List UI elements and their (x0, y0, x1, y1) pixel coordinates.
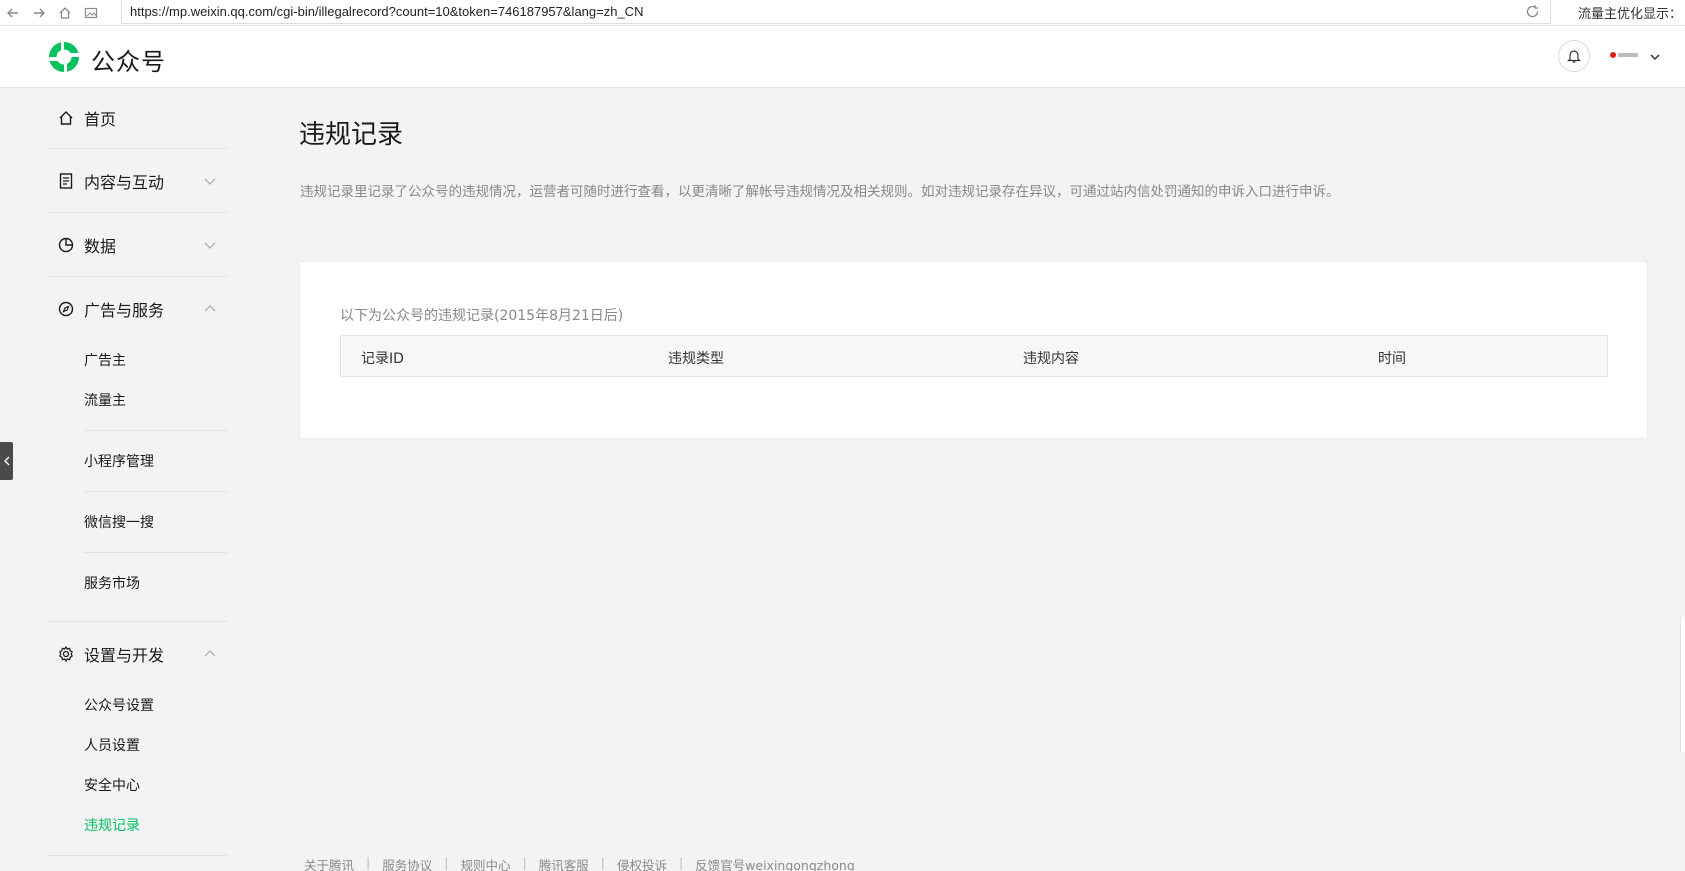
avatar[interactable] (1610, 46, 1640, 64)
address-bar[interactable]: https://mp.weixin.qq.com/cgi-bin/illegal… (121, 0, 1551, 24)
browser-toolbar: https://mp.weixin.qq.com/cgi-bin/illegal… (0, 0, 1685, 26)
column-record-id: 记录ID (361, 351, 404, 367)
chevron-up-icon (203, 646, 217, 665)
footer-separator: | (444, 855, 449, 870)
brand-name[interactable]: 公众号 (91, 42, 166, 77)
chevron-down-icon[interactable] (1649, 48, 1661, 67)
avatar-dot (1610, 52, 1616, 58)
gear-icon (57, 645, 75, 663)
sidebar-subitem-account-settings[interactable]: 公众号设置 (47, 685, 227, 725)
sidebar-subitem-staff-settings[interactable]: 人员设置 (47, 725, 227, 765)
sidebar-item-settings[interactable]: 设置与开发 (47, 622, 227, 685)
records-card: 以下为公众号的违规记录(2015年8月21日后) 记录ID 违规类型 违规内容 … (299, 261, 1648, 439)
home-page-icon[interactable] (52, 0, 78, 26)
column-time: 时间 (1378, 351, 1406, 367)
sidebar-subitem-advertiser[interactable]: 广告主 (47, 340, 227, 380)
page-description: 违规记录里记录了公众号的违规情况，运营者可随时进行查看，以更清晰了解帐号违规情况… (300, 184, 1340, 200)
footer-link-terms[interactable]: 服务协议 (382, 855, 432, 871)
sidebar-item-label: 内容与互动 (84, 172, 165, 192)
compass-icon (57, 300, 75, 318)
extension-text: 流量主优化显示： (1578, 7, 1683, 22)
table-header: 记录ID 违规类型 违规内容 时间 (340, 335, 1608, 377)
pie-chart-icon (57, 236, 75, 254)
chevron-down-icon (203, 173, 217, 192)
sidebar-item-label: 数据 (84, 236, 117, 256)
footer-link-feedback[interactable]: 反馈官号weixingongzhong (695, 855, 855, 871)
page-title: 违规记录 (299, 120, 404, 150)
home-icon (57, 109, 75, 127)
sidebar: 首页 内容与互动 数据 广告与服务 广告主 流量主 小程序管理 微信搜一搜 服务… (47, 88, 227, 871)
image-icon[interactable] (78, 0, 104, 26)
bell-icon (1567, 50, 1581, 63)
sidebar-item-mini-program[interactable]: 小程序管理 (47, 431, 227, 491)
footer-link-rules[interactable]: 规则中心 (460, 855, 510, 871)
sidebar-collapse-button[interactable] (0, 442, 13, 480)
sidebar-item-ads[interactable]: 广告与服务 (47, 277, 227, 340)
column-violation-content: 违规内容 (1023, 351, 1079, 367)
footer-link-about[interactable]: 关于腾讯 (304, 855, 354, 871)
chevron-up-icon (203, 301, 217, 320)
sidebar-item-search[interactable]: 微信搜一搜 (47, 492, 227, 552)
footer-link-support[interactable]: 腾讯客服 (539, 855, 589, 871)
column-violation-type: 违规类型 (668, 351, 724, 367)
records-caption: 以下为公众号的违规记录(2015年8月21日后) (340, 308, 624, 324)
notification-button[interactable] (1558, 40, 1590, 72)
divider (47, 855, 227, 856)
chevron-down-icon (203, 237, 217, 256)
document-icon (57, 172, 75, 190)
sidebar-item-label: 首页 (84, 110, 117, 129)
sidebar-item-data[interactable]: 数据 (47, 213, 227, 276)
sidebar-item-home[interactable]: 首页 (47, 88, 227, 148)
url-text: https://mp.weixin.qq.com/cgi-bin/illegal… (130, 4, 644, 19)
footer-separator: | (366, 855, 371, 870)
sidebar-subitem-security[interactable]: 安全中心 (47, 765, 227, 805)
reload-icon[interactable] (1525, 4, 1540, 23)
side-panel-edge[interactable] (1680, 617, 1685, 752)
sidebar-subitem-publisher[interactable]: 流量主 (47, 380, 227, 420)
wechat-mp-logo-icon[interactable] (46, 39, 82, 75)
footer-link-complaint[interactable]: 侵权投诉 (617, 855, 667, 871)
forward-icon[interactable] (26, 0, 52, 26)
app-header: 公众号 (0, 26, 1685, 88)
sidebar-item-content[interactable]: 内容与互动 (47, 149, 227, 212)
sidebar-item-label: 广告与服务 (84, 300, 165, 320)
sidebar-item-market[interactable]: 服务市场 (47, 553, 227, 613)
back-icon[interactable] (0, 0, 26, 26)
footer-separator: | (522, 855, 527, 870)
sidebar-subitem-violations[interactable]: 违规记录 (47, 805, 227, 845)
chevron-left-icon (3, 456, 9, 466)
footer: 关于腾讯 | 服务协议 | 规则中心 | 腾讯客服 | 侵权投诉 | 反馈官号w… (304, 855, 855, 871)
footer-separator: | (678, 855, 684, 870)
footer-separator: | (600, 855, 605, 870)
avatar-label (1618, 53, 1638, 57)
sidebar-item-label: 设置与开发 (84, 645, 165, 665)
